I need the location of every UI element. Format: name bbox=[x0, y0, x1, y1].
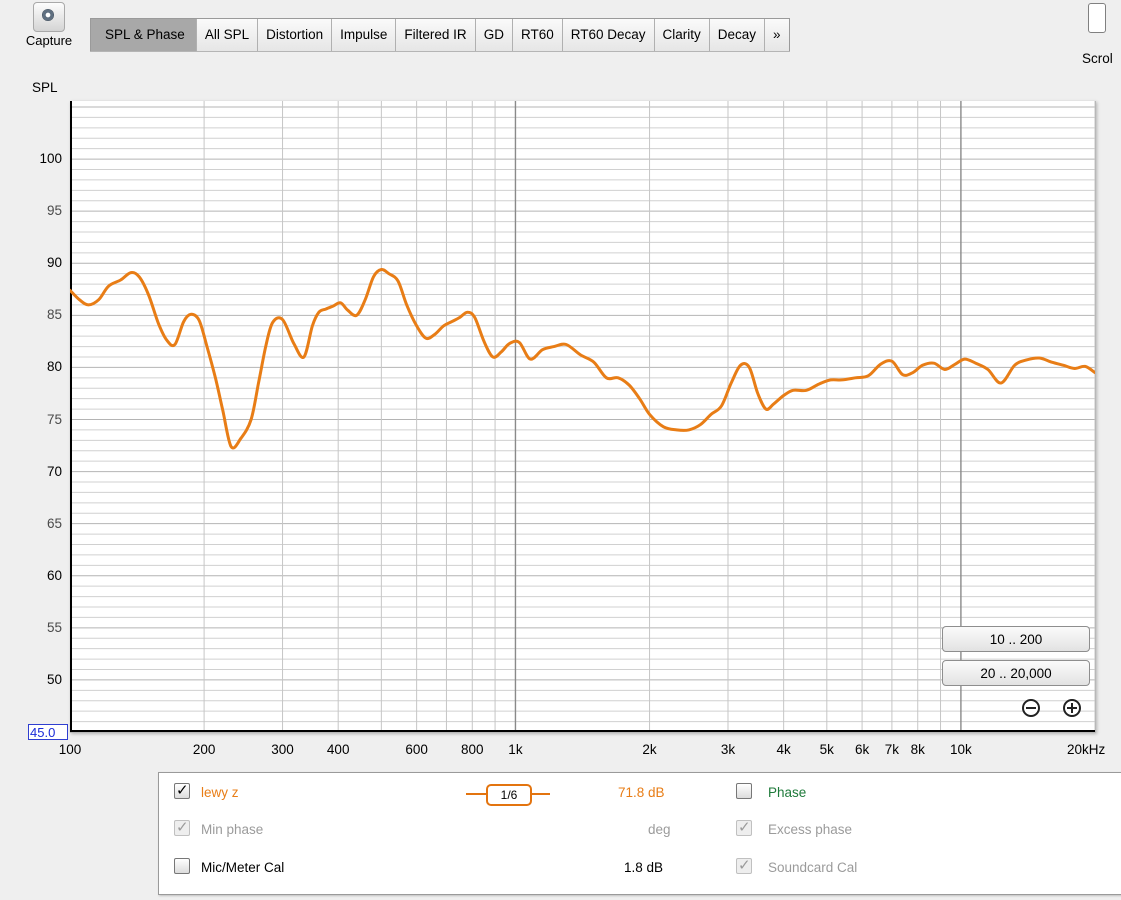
x-tick-label: 3k bbox=[720, 742, 736, 757]
x-tick-label: 800 bbox=[461, 742, 484, 757]
x-tick-label: 20kHz bbox=[1067, 742, 1106, 757]
y-tick-label: 50 bbox=[46, 671, 62, 687]
capture-button[interactable]: Capture bbox=[18, 2, 80, 48]
y-tick-label: 85 bbox=[46, 307, 62, 323]
y-tick-label: 95 bbox=[46, 203, 62, 219]
phase-label: Phase bbox=[768, 785, 807, 800]
soundcard-cal-checkbox[interactable] bbox=[736, 856, 752, 874]
x-tick-label: 6k bbox=[854, 742, 870, 757]
mic-cal-checkbox[interactable] bbox=[174, 858, 190, 874]
smoothing-label: 1/6 bbox=[486, 784, 532, 806]
camera-icon bbox=[33, 2, 65, 32]
graph-tab-bar: SPL & Phase All SPL Distortion Impulse F… bbox=[90, 18, 790, 51]
trace-value: 71.8 dB bbox=[618, 785, 665, 800]
scroll-label: Scrol bbox=[1082, 51, 1113, 66]
zoom-preset-20-20000-button[interactable]: 20 .. 20,000 bbox=[942, 660, 1090, 686]
y-tick-label: 90 bbox=[46, 255, 62, 271]
scroll-icon bbox=[1088, 3, 1106, 33]
tab-decay[interactable]: Decay bbox=[709, 19, 766, 51]
tab-gd[interactable]: GD bbox=[475, 19, 513, 51]
tab-distortion[interactable]: Distortion bbox=[258, 19, 333, 51]
zoom-preset-10-200-button[interactable]: 10 .. 200 bbox=[942, 626, 1090, 652]
y-tick-label: 70 bbox=[46, 463, 62, 479]
x-tick-label: 400 bbox=[326, 742, 350, 757]
x-tick-label: 5k bbox=[819, 742, 834, 757]
capture-label: Capture bbox=[25, 33, 73, 48]
min-phase-checkbox[interactable] bbox=[174, 818, 190, 836]
y-min-input[interactable]: 45.0 bbox=[28, 724, 68, 740]
soundcard-cal-label: Soundcard Cal bbox=[768, 860, 858, 875]
zoom-out-icon[interactable] bbox=[1022, 699, 1040, 717]
tab-rt60[interactable]: RT60 bbox=[512, 19, 563, 51]
y-tick-label: 100 bbox=[39, 151, 62, 167]
x-tick-label: 300 bbox=[271, 742, 294, 757]
tab-clarity[interactable]: Clarity bbox=[654, 19, 710, 51]
zoom-in-icon[interactable] bbox=[1063, 699, 1081, 717]
tab-filtered-ir[interactable]: Filtered IR bbox=[396, 19, 476, 51]
mic-cal-value: 1.8 dB bbox=[624, 860, 664, 875]
y-tick-label: 55 bbox=[46, 619, 62, 635]
x-tick-label: 4k bbox=[776, 742, 791, 757]
tab-impulse[interactable]: Impulse bbox=[332, 19, 397, 51]
trace-name: lewy z bbox=[201, 785, 239, 800]
tab-all-spl[interactable]: All SPL bbox=[196, 19, 259, 51]
trace-visible-checkbox[interactable] bbox=[174, 781, 190, 799]
phase-checkbox[interactable] bbox=[736, 783, 752, 799]
y-axis-title: SPL bbox=[32, 80, 58, 95]
min-phase-value: deg bbox=[648, 822, 671, 837]
smoothing-badge[interactable]: 1/6 bbox=[466, 784, 550, 806]
y-tick-label: 65 bbox=[46, 515, 62, 531]
y-tick-label: 80 bbox=[46, 359, 62, 375]
tab-rt60-decay[interactable]: RT60 Decay bbox=[562, 19, 655, 51]
min-phase-label: Min phase bbox=[201, 822, 264, 837]
x-tick-label: 200 bbox=[192, 742, 216, 757]
x-tick-label: 600 bbox=[405, 742, 428, 757]
tab-spl-phase[interactable]: SPL & Phase bbox=[91, 19, 197, 51]
x-tick-label: 100 bbox=[58, 742, 82, 757]
x-tick-label: 10k bbox=[950, 742, 972, 757]
mic-cal-label: Mic/Meter Cal bbox=[201, 860, 285, 875]
excess-phase-label: Excess phase bbox=[768, 822, 853, 837]
x-tick-label: 8k bbox=[910, 742, 925, 757]
tab-more[interactable]: » bbox=[765, 19, 789, 51]
y-tick-label: 60 bbox=[46, 567, 62, 583]
x-tick-label: 1k bbox=[508, 742, 523, 757]
x-tick-label: 7k bbox=[884, 742, 900, 757]
excess-phase-checkbox[interactable] bbox=[736, 818, 752, 836]
y-tick-label: 75 bbox=[46, 411, 62, 427]
x-tick-label: 2k bbox=[642, 742, 657, 757]
